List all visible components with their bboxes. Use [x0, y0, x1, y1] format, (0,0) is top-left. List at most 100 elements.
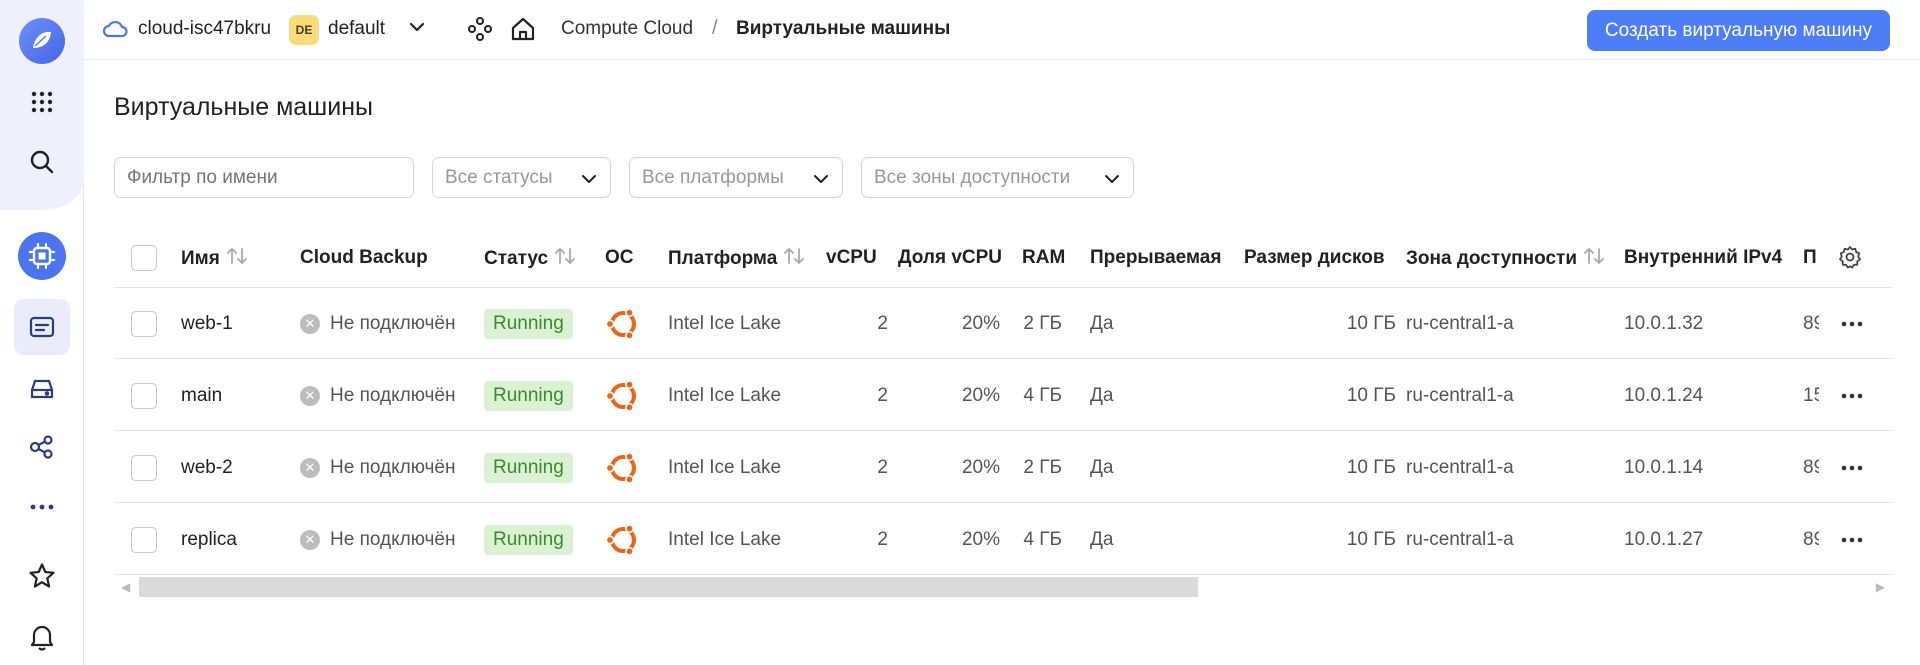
chevron-down-icon [1105, 175, 1119, 183]
breadcrumb-service[interactable]: Compute Cloud [561, 18, 693, 40]
not-connected-icon: ✕ [300, 529, 320, 550]
cloud-selector[interactable]: cloud-isc47bkru [138, 18, 271, 40]
zone-cell: ru-central1-a [1406, 528, 1514, 550]
row-checkbox[interactable] [131, 432, 161, 503]
zone-filter-select[interactable]: Все зоны доступности [861, 157, 1134, 198]
ipv4-cell: 10.0.1.14 [1624, 456, 1704, 478]
network-icon[interactable] [14, 419, 70, 475]
sort-icon[interactable] [226, 247, 248, 271]
vcpu-cell: 2 [877, 456, 888, 478]
vcpu-share-cell: 20% [961, 312, 1000, 334]
column-header-zone[interactable]: Зона доступности [1406, 247, 1605, 271]
horizontal-scrollbar[interactable]: ◀ ▶ [114, 576, 1892, 598]
ipv4-cell: 10.0.1.27 [1624, 528, 1704, 550]
vcpu-share-cell: 20% [961, 384, 1000, 406]
top-header: cloud-isc47bkru DE default Compute Cloud… [84, 0, 1920, 60]
scrollbar-thumb[interactable] [139, 577, 1198, 597]
vcpu-cell: 2 [877, 384, 888, 406]
ipv4-cell: 10.0.1.24 [1624, 384, 1704, 406]
backup-cell: ✕ Не подключён [300, 504, 480, 575]
row-checkbox[interactable] [131, 504, 161, 575]
backup-status: Не подключён [330, 456, 456, 478]
folder-selector[interactable]: default [328, 18, 385, 40]
ubuntu-os-icon [605, 432, 647, 503]
preemptible-cell: Да [1090, 528, 1114, 550]
select-all-checkbox[interactable] [131, 245, 157, 271]
row-actions-icon[interactable] [1836, 432, 1868, 503]
ram-cell: 4 ГБ [1023, 384, 1062, 406]
column-label: Статус [484, 248, 549, 269]
status-cell: Running [484, 504, 594, 575]
column-header-ram: RAM [1022, 247, 1065, 269]
name-filter-input[interactable] [114, 157, 414, 198]
table-settings-icon[interactable] [1838, 245, 1862, 269]
row-checkbox[interactable] [131, 360, 161, 431]
scroll-left-icon[interactable]: ◀ [121, 580, 130, 594]
status-filter-select[interactable]: Все статусы [432, 157, 611, 198]
vm-name[interactable]: web-1 [181, 288, 291, 359]
create-vm-button[interactable]: Создать виртуальную машину [1586, 10, 1890, 51]
table-row[interactable]: main ✕ Не подключён Running Intel Ice La… [114, 360, 1892, 431]
row-actions-icon[interactable] [1836, 504, 1868, 575]
breadcrumb-separator: / [712, 17, 718, 39]
vm-icon[interactable] [14, 299, 70, 355]
column-label: П [1803, 247, 1817, 268]
scroll-right-icon[interactable]: ▶ [1876, 580, 1885, 594]
table-row[interactable]: web-1 ✕ Не подключён Running Intel Ice L… [114, 288, 1892, 359]
disk-icon[interactable] [14, 361, 70, 417]
vcpu-cell: 2 [877, 312, 888, 334]
more-icon[interactable] [14, 479, 70, 535]
platform-cell: Intel Ice Lake [668, 528, 782, 550]
not-connected-icon: ✕ [300, 385, 320, 406]
column-header-disk-size: Размер дисков [1244, 247, 1385, 269]
column-label: Внутренний IPv4 [1624, 247, 1783, 268]
table-row[interactable]: replica ✕ Не подключён Running Intel Ice… [114, 504, 1892, 575]
sort-icon[interactable] [554, 247, 576, 271]
column-label: Прерываемая [1090, 247, 1222, 268]
column-header-preemptible: Прерываемая [1090, 247, 1221, 269]
column-header-status[interactable]: Статус [484, 247, 576, 271]
folder-badge: DE [289, 15, 319, 45]
platform-cell: Intel Ice Lake [668, 384, 782, 406]
row-checkbox[interactable] [131, 288, 161, 359]
cloud-icon [102, 18, 128, 45]
apps-grid-icon[interactable] [14, 74, 70, 130]
row-actions-icon[interactable] [1836, 360, 1868, 431]
public-ip-cell: 89 [1803, 528, 1819, 550]
disk-size-cell: 10 ГБ [1346, 312, 1396, 334]
column-label: vCPU [826, 247, 877, 268]
logo-icon[interactable] [14, 13, 70, 69]
column-header-vcpu: vCPU [826, 247, 877, 269]
column-header-name[interactable]: Имя [181, 247, 248, 271]
services-icon[interactable] [467, 16, 493, 47]
vcpu-share-cell: 20% [961, 456, 1000, 478]
public-ip-cell: 15 [1803, 384, 1819, 406]
bell-icon[interactable] [14, 609, 70, 665]
star-icon[interactable] [14, 548, 70, 604]
column-header-public-ip: П [1803, 247, 1819, 269]
status-badge: Running [484, 524, 573, 555]
vm-name[interactable]: web-2 [181, 432, 291, 503]
column-header-ipv4: Внутренний IPv4 [1624, 247, 1782, 269]
chevron-down-icon [582, 175, 596, 183]
sort-icon[interactable] [783, 247, 805, 271]
vm-name[interactable]: main [181, 360, 291, 431]
home-icon[interactable] [510, 16, 536, 47]
ubuntu-os-icon [605, 288, 647, 359]
column-label: Доля vCPU [898, 247, 1003, 268]
column-header-platform[interactable]: Платформа [668, 247, 805, 271]
left-rail [0, 0, 84, 665]
row-actions-icon[interactable] [1836, 288, 1868, 359]
chevron-down-icon[interactable] [408, 18, 426, 41]
backup-status: Не подключён [330, 312, 456, 334]
compute-service-icon[interactable] [14, 228, 70, 284]
table-row[interactable]: web-2 ✕ Не подключён Running Intel Ice L… [114, 432, 1892, 503]
platform-filter-select[interactable]: Все платформы [629, 157, 843, 198]
column-label: Cloud Backup [300, 247, 428, 268]
status-cell: Running [484, 360, 594, 431]
search-icon[interactable] [14, 134, 70, 190]
zone-cell: ru-central1-a [1406, 384, 1514, 406]
column-label: Размер дисков [1244, 247, 1385, 268]
sort-icon[interactable] [1583, 247, 1605, 271]
vm-name[interactable]: replica [181, 504, 291, 575]
